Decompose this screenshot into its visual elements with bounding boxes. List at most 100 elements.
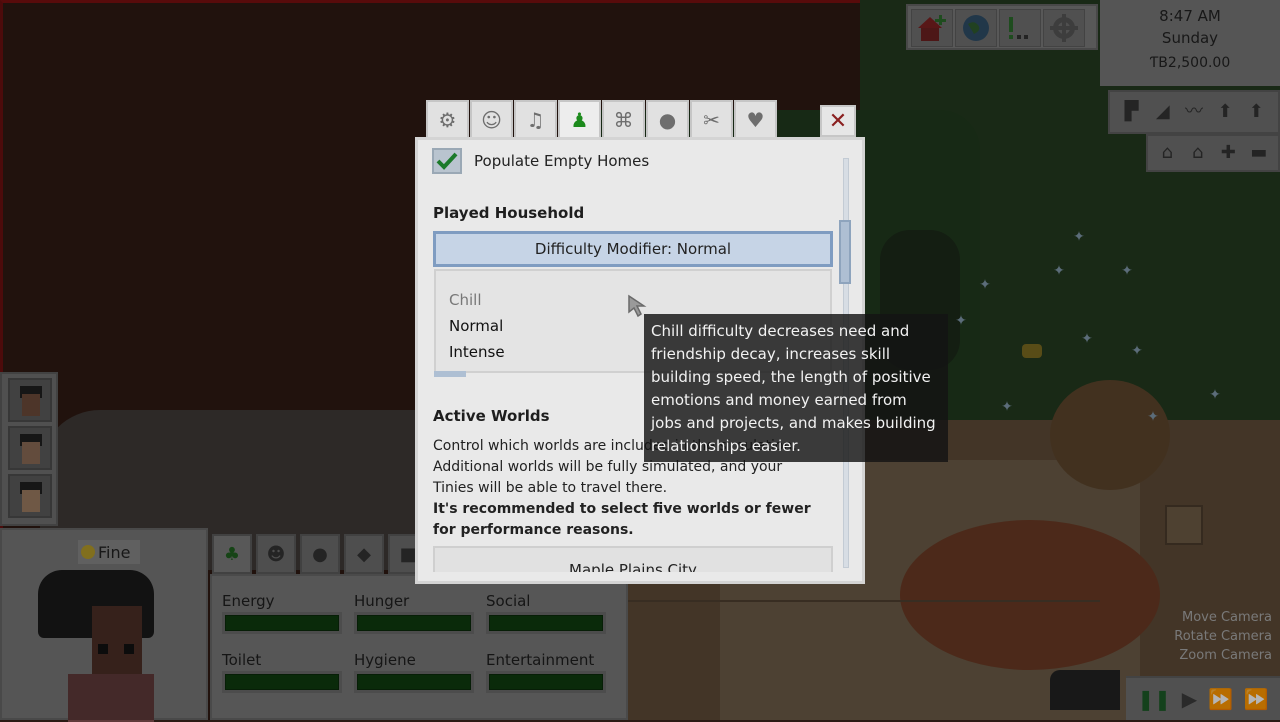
sim-tabs: ♣ ☻ ● ◆ ■ [212,534,428,574]
settings-tabs: ⚙ ☺ ♫ ♟ ⌘ ● ✂ ♥ [426,100,777,138]
played-household-title: Played Household [433,204,585,222]
tab-audio[interactable]: ♫ [514,100,557,138]
eye [98,644,108,654]
build-mode-button[interactable] [911,9,953,47]
speech-icon: ◆ [357,543,371,565]
build-tools-row-2: ⌂ ⌂ ✚ ▬ [1146,134,1280,172]
tab-tools[interactable]: ✂ [690,100,733,138]
needs-icon: ♣ [223,543,241,565]
populate-homes-row[interactable]: Populate Empty Homes [432,148,649,174]
dropdown-stub [434,371,466,377]
need-bar [486,671,606,693]
person-icon: ☺ [481,108,502,132]
need-bar [222,612,342,634]
heart-icon: ♥ [746,108,765,132]
mood-indicator: Fine [78,540,140,564]
floor-down-icon[interactable]: ⬆ [1245,102,1267,122]
need-toilet: Toilet [222,651,342,693]
tab-relationships[interactable]: ◆ [344,534,384,574]
need-hunger: Hunger [354,592,474,634]
settings-button[interactable] [1043,9,1085,47]
level-down-icon[interactable]: ▬ [1248,143,1270,163]
tab-gameplay[interactable]: ☺ [470,100,513,138]
body [68,674,154,722]
rug[interactable] [900,520,1160,670]
populate-homes-label: Populate Empty Homes [474,152,650,170]
roof-tool-icon[interactable]: ◢ [1152,102,1174,122]
alerts-button[interactable] [999,9,1041,47]
camera-hints: Move Camera Rotate Camera Zoom Camera [1148,608,1280,670]
tab-graphics[interactable]: ● [646,100,689,138]
gear-icon: ⚙ [438,108,457,132]
play-icon[interactable]: ▶ [1182,687,1197,711]
music-icon: ♫ [526,108,545,132]
hint-rotate: Rotate Camera [1174,629,1272,644]
need-entertainment: Entertainment [486,651,606,693]
tab-skills[interactable]: ● [300,534,340,574]
active-worlds-title: Active Worlds [433,407,550,425]
need-label: Toilet [222,651,262,669]
populate-homes-checkbox[interactable] [432,148,462,174]
terrain-tool-icon[interactable]: 〰 [1183,102,1205,122]
house-up-icon[interactable]: ⌂ [1187,143,1209,163]
head [22,394,40,416]
difficulty-dropdown[interactable]: Difficulty Modifier: Normal [433,231,833,267]
tab-household[interactable]: ♟ [558,100,601,138]
tab-emotions[interactable]: ☻ [256,534,296,574]
tab-controls[interactable]: ⌘ [602,100,645,138]
tab-favorites[interactable]: ♥ [734,100,777,138]
floor-up-icon[interactable]: ⬆ [1214,102,1236,122]
time-display: 8:47 AM [1159,7,1221,25]
briefcase-icon: ■ [399,543,417,565]
lightbulb-icon: ● [658,108,677,132]
need-label: Hygiene [354,651,416,669]
fast-forward-icon[interactable]: ⏩ [1208,687,1233,711]
sim-portrait[interactable] [8,474,52,518]
mouse-cursor-icon [628,294,647,318]
house-down-icon[interactable]: ⌂ [1156,143,1178,163]
person-silhouette-icon: ♟ [570,108,589,132]
sim-portrait[interactable] [8,426,52,470]
household-portraits [0,372,58,526]
worlds-desc-line: Tinies will be able to travel there. [433,480,668,496]
money-display: ƬB2,500.00 [1149,55,1231,71]
globe-icon [963,15,989,41]
scrollbar-thumb[interactable] [839,220,851,284]
pause-icon[interactable]: ❚❚ [1137,687,1171,711]
world-toggle-button[interactable]: Maple Plains City [433,546,833,572]
flower-icon: ✦ [1053,263,1065,279]
worlds-warning: It's recommended to select five worlds o… [433,501,811,538]
ultra-speed-icon[interactable]: ⏩ [1244,687,1269,711]
round-table[interactable] [1050,380,1170,490]
difficulty-tooltip: Chill difficulty decreases need and frie… [644,314,948,462]
speed-controls: ❚❚ ▶ ⏩ ⏩ [1126,676,1280,720]
world-map-button[interactable] [955,9,997,47]
tools-icon: ✂ [703,108,720,132]
mood-label: Fine [98,542,131,562]
flower-icon: ✦ [979,277,991,293]
gear-icon [1050,14,1078,42]
sim-avatar[interactable] [38,570,154,722]
need-bar [486,612,606,634]
head [22,490,40,512]
level-up-icon[interactable]: ✚ [1217,143,1239,163]
close-button[interactable]: ✕ [820,105,856,137]
wall-tool-icon[interactable]: ▛ [1121,102,1143,122]
need-label: Energy [222,592,275,610]
object-shoe [1050,670,1120,710]
hint-zoom: Zoom Camera [1179,648,1272,663]
flower-icon: ✦ [1073,229,1085,245]
flower-icon: ✦ [1209,387,1221,403]
bulb-icon: ● [312,543,328,565]
bee [1022,344,1042,358]
flower-icon: ✦ [1121,263,1133,279]
tab-general[interactable]: ⚙ [426,100,469,138]
checkmark-icon [436,152,458,170]
sim-portrait[interactable] [8,378,52,422]
house-add-icon [918,15,946,41]
gamepad-icon: ⌘ [613,108,634,132]
need-social: Social [486,592,606,634]
potted-plant[interactable] [1165,505,1203,545]
tab-needs[interactable]: ♣ [212,534,252,574]
needs-panel: Energy Hunger Social Toilet Hygiene Ente… [210,574,628,720]
